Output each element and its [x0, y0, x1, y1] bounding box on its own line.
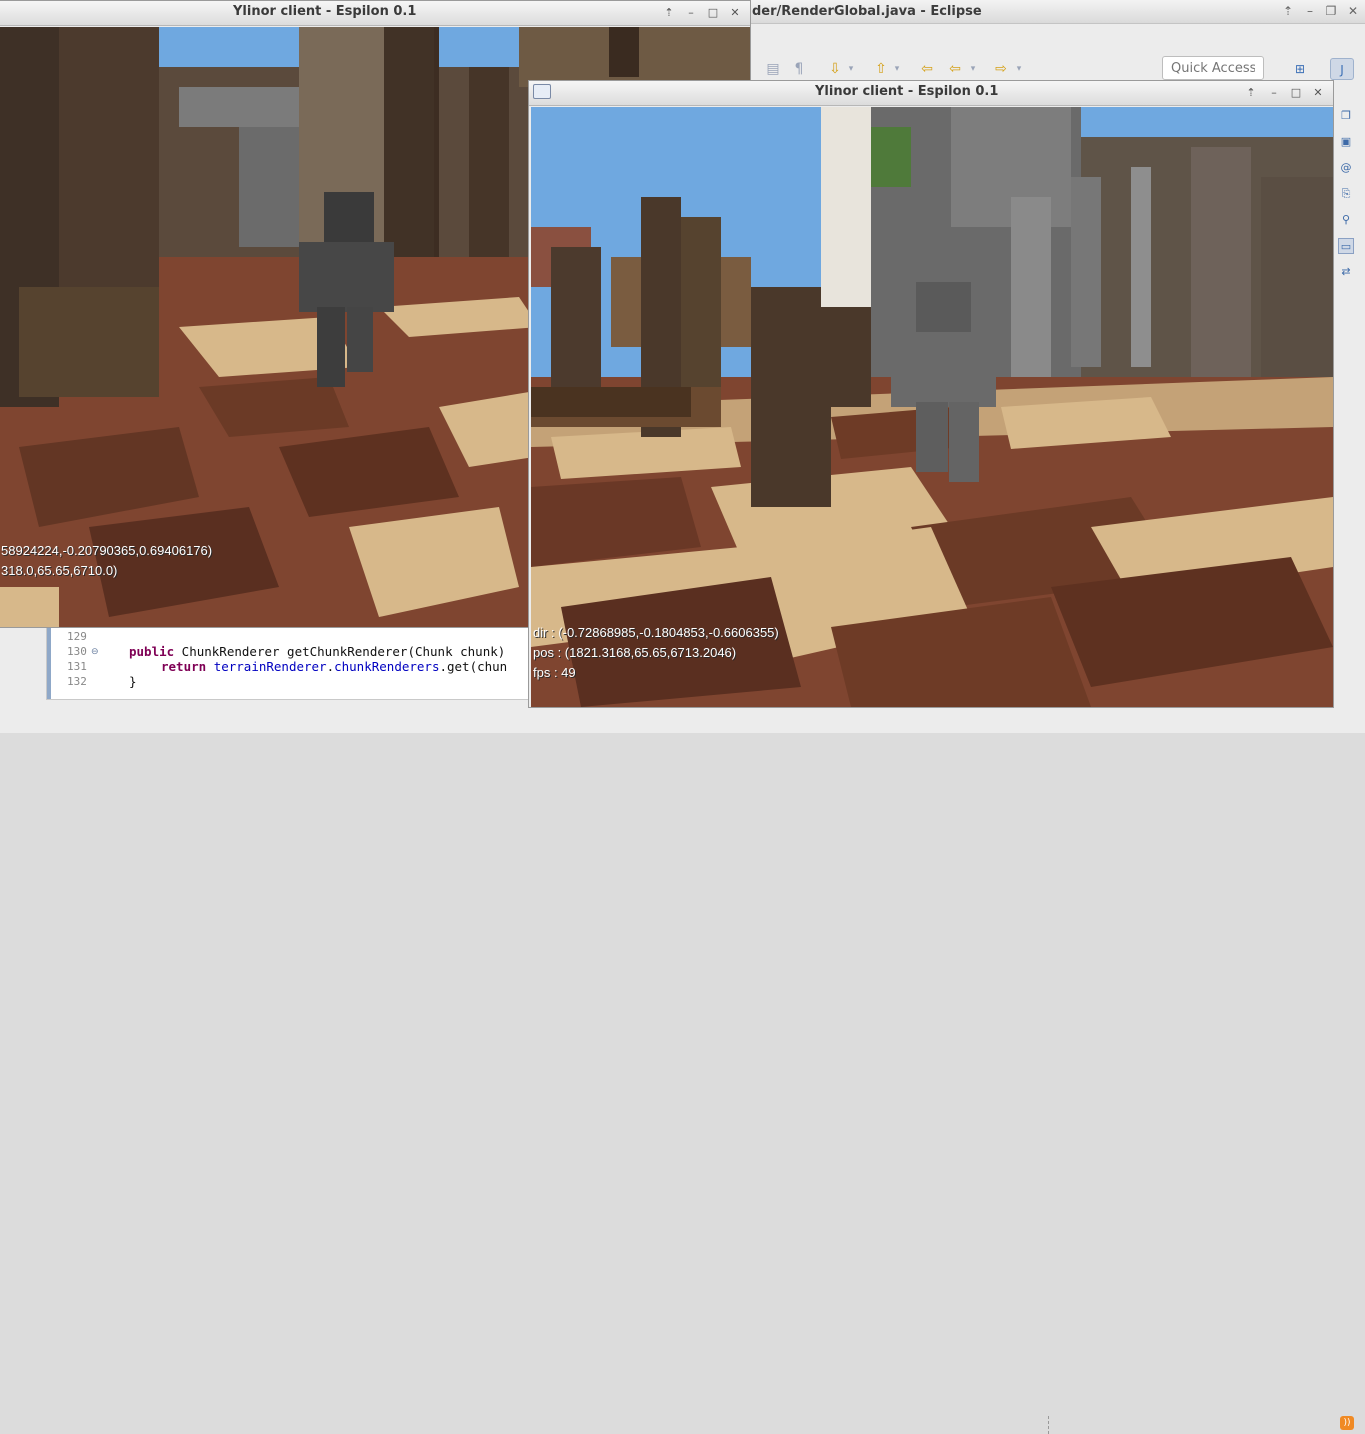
code-field: terrainRenderer: [213, 659, 327, 674]
code-text: ChunkRenderer getChunkRenderer(Chunk chu…: [174, 644, 506, 659]
dropdown-icon[interactable]: ▾: [842, 60, 860, 78]
fold-collapse-icon[interactable]: ⊖: [91, 647, 99, 657]
status-divider: [1048, 1416, 1049, 1434]
feed-icon[interactable]: )): [1340, 1416, 1354, 1430]
hud-position: 318.0,65.65,6710.0): [1, 563, 118, 578]
line-number: 129: [67, 630, 87, 643]
code-text: .get(chun: [439, 659, 508, 674]
code-line-132: }: [129, 674, 137, 689]
last-edit-icon[interactable]: ⇦: [918, 60, 936, 78]
game-window-title: Ylinor client - Espilon 0.1: [815, 84, 999, 99]
maximize-up-icon[interactable]: ⇡: [661, 5, 677, 21]
javadoc-icon[interactable]: @: [1338, 160, 1354, 176]
app-window-icon[interactable]: [533, 84, 551, 99]
close-icon[interactable]: ✕: [1310, 85, 1326, 101]
progress-icon[interactable]: ⇄: [1338, 264, 1354, 280]
line-number-gutter: 129 130 ⊖ 131 132: [53, 627, 99, 699]
minimize-icon[interactable]: –: [1302, 3, 1318, 19]
maximize-up-icon[interactable]: ⇡: [1243, 85, 1259, 101]
game-client-window-front[interactable]: Ylinor client - Espilon 0.1 ⇡ – □ ✕ dir …: [528, 80, 1334, 708]
maximize-icon[interactable]: □: [705, 5, 721, 21]
game-window-title: Ylinor client - Espilon 0.1: [233, 4, 417, 19]
maximize-icon[interactable]: □: [1288, 85, 1304, 101]
game-titlebar: Ylinor client - Espilon 0.1 ⇡ – □ ✕: [529, 81, 1333, 106]
overview-ruler: [47, 627, 51, 699]
hud-position: pos : (1821.3168,65.65,6713.2046): [533, 645, 737, 660]
minimize-icon[interactable]: –: [1266, 85, 1282, 101]
line-number: 132: [67, 675, 87, 688]
forward-icon[interactable]: ⇨: [992, 60, 1010, 78]
restore-icon[interactable]: ❐: [1323, 3, 1339, 19]
open-perspective-icon[interactable]: ⊞: [1288, 58, 1312, 80]
code-keyword: return: [161, 659, 207, 674]
console-icon[interactable]: ▭: [1338, 238, 1354, 254]
dropdown-icon[interactable]: ▾: [964, 60, 982, 78]
minimize-icon[interactable]: –: [683, 5, 699, 21]
code-keyword: public: [129, 644, 175, 659]
search-icon[interactable]: ⚲: [1338, 212, 1354, 228]
code-line-131: return terrainRenderer.chunkRenderers.ge…: [161, 659, 507, 674]
code-line-130: public ChunkRenderer getChunkRenderer(Ch…: [129, 644, 505, 659]
code-field: chunkRenderers: [334, 659, 440, 674]
hud-direction: 58924224,-0.20790365,0.69406176): [1, 543, 213, 558]
side-view-strip: ❐ ▣ @ ⎘ ⚲ ▭ ⇄: [1334, 100, 1360, 300]
code-editor[interactable]: 129 130 ⊖ 131 132 public ChunkRenderer g…: [46, 626, 532, 700]
status-bar: )): [0, 706, 1365, 1434]
line-number: 130: [67, 645, 87, 658]
dropdown-icon[interactable]: ▾: [888, 60, 906, 78]
restore-view-icon[interactable]: ❐: [1338, 108, 1354, 124]
eclipse-window-title: der/RenderGlobal.java - Eclipse: [752, 4, 982, 19]
toggle-mark-icon[interactable]: ▤: [764, 60, 782, 78]
game-scene: [531, 107, 1333, 707]
hud-direction: dir : (-0.72868985,-0.1804853,-0.6606355…: [533, 625, 779, 640]
quick-access-input[interactable]: [1162, 56, 1264, 80]
close-icon[interactable]: ✕: [727, 5, 743, 21]
show-whitespace-icon[interactable]: ¶: [790, 60, 808, 78]
game-viewport[interactable]: dir : (-0.72868985,-0.1804853,-0.6606355…: [531, 107, 1333, 707]
maximize-up-icon[interactable]: ⇡: [1280, 3, 1296, 19]
game-titlebar: Ylinor client - Espilon 0.1 ⇡ – □ ✕: [0, 1, 750, 26]
declaration-icon[interactable]: ⎘: [1338, 186, 1354, 202]
dropdown-icon[interactable]: ▾: [1010, 60, 1028, 78]
java-perspective-icon[interactable]: J: [1330, 58, 1354, 80]
problems-icon[interactable]: ▣: [1338, 134, 1354, 150]
back-icon[interactable]: ⇦: [946, 60, 964, 78]
code-text: .: [326, 659, 335, 674]
line-number: 131: [67, 660, 87, 673]
close-icon[interactable]: ✕: [1345, 3, 1361, 19]
hud-fps: fps : 49: [533, 665, 576, 680]
